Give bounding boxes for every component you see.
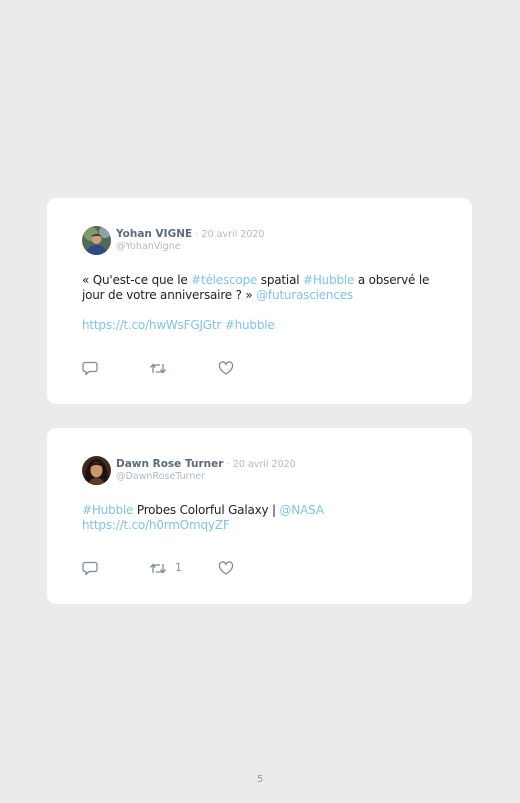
tweet-date[interactable]: · 20 avril 2020 [196,229,265,240]
author-handle[interactable]: @DawnRoseTurner [116,471,296,483]
like-button[interactable] [218,561,234,577]
reply-button[interactable] [82,361,98,377]
avatar[interactable] [82,456,111,485]
tweet-date[interactable]: · 20 avril 2020 [227,459,296,470]
url-link[interactable]: https://t.co/h0rmOmqyZF [82,518,230,532]
url-link[interactable]: https://t.co/hwWsFGJGtr [82,318,221,332]
tweet-meta: Yohan VIGNE · 20 avril 2020 @YohanVigne [116,228,264,253]
text-segment: spatial [257,273,303,287]
author-name[interactable]: Dawn Rose Turner [116,458,223,470]
hashtag-link[interactable]: #Hubble [82,503,133,517]
retweet-icon [149,561,189,576]
mention-link[interactable]: @futurasciences [256,288,353,302]
retweet-button[interactable] [149,361,167,377]
tweet-text: « Qu'est-ce que le #télescope spatial #H… [82,273,442,333]
page-number: 5 [256,774,264,785]
retweet-icon [149,361,167,376]
hashtag-link[interactable]: #hubble [225,318,275,332]
tweet-meta: Dawn Rose Turner · 20 avril 2020 @DawnRo… [116,458,296,483]
mention-link[interactable]: @NASA [280,503,324,517]
author-name[interactable]: Yohan VIGNE [116,228,192,240]
tweet-card: Yohan VIGNE · 20 avril 2020 @YohanVigne … [47,198,472,404]
tweet-text: #Hubble Probes Colorful Galaxy | @NASA h… [82,503,442,533]
like-icon [218,361,234,376]
reply-icon [82,561,98,576]
reply-button[interactable] [82,561,98,577]
text-segment: « Qu'est-ce que le [82,273,192,287]
like-icon [218,561,234,576]
hashtag-link[interactable]: #télescope [191,273,257,287]
tweet-card: Dawn Rose Turner · 20 avril 2020 @DawnRo… [47,428,472,604]
text-segment: Probes Colorful Galaxy | [133,503,280,517]
hashtag-link[interactable]: #Hubble [303,273,354,287]
reply-icon [82,361,98,376]
retweet-count: 1 [175,561,182,574]
like-button[interactable] [218,361,234,377]
avatar[interactable] [82,226,111,255]
author-handle[interactable]: @YohanVigne [116,241,264,253]
retweet-button[interactable]: 1 [149,561,189,577]
